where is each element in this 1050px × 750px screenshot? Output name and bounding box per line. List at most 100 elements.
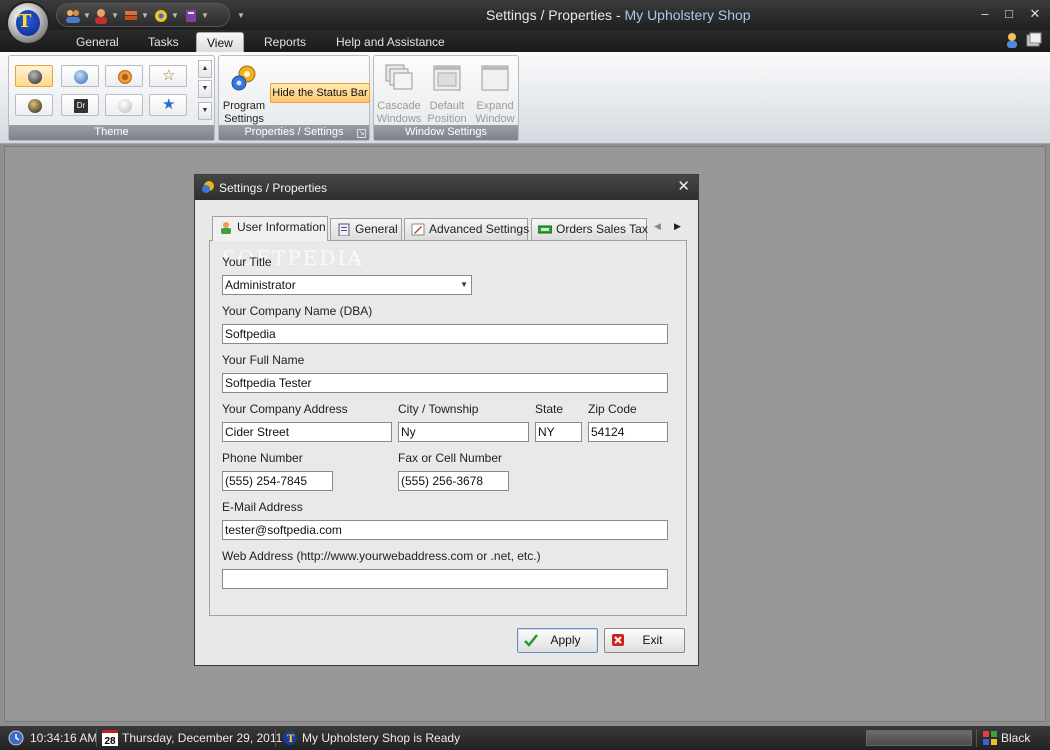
- company-name-field[interactable]: Softpedia: [222, 324, 668, 344]
- city-field[interactable]: Ny: [398, 422, 529, 442]
- cascade-label-line1: Cascade: [377, 100, 421, 112]
- window-list-icon[interactable]: [1026, 32, 1042, 48]
- customer-icon[interactable]: [93, 8, 109, 24]
- status-progress-bar: [866, 730, 972, 746]
- tab-view[interactable]: View: [196, 32, 244, 52]
- window-title-prefix: Settings / Properties -: [486, 7, 625, 23]
- company-address-field[interactable]: Cider Street: [222, 422, 392, 442]
- customize-toolbar-icon[interactable]: ▼: [237, 11, 245, 20]
- tab-advanced-settings[interactable]: Advanced Settings: [404, 218, 529, 240]
- theme-palette-icon[interactable]: [982, 730, 998, 746]
- chevron-down-icon[interactable]: ▼: [83, 11, 91, 20]
- window-settings-group-label: Window Settings: [374, 125, 518, 140]
- settings-icon: [202, 181, 214, 193]
- svg-text:T: T: [287, 734, 295, 745]
- fax-field[interactable]: (555) 256-3678: [398, 471, 509, 491]
- chevron-down-icon[interactable]: ▼: [141, 11, 149, 20]
- zip-label: Zip Code: [588, 402, 637, 416]
- theme-group: ☆ Dr ★ ▲ ▼ ▼ Theme: [8, 55, 215, 141]
- window-settings-group: Cascade Windows Default Position Expand …: [373, 55, 519, 141]
- app-name: My Upholstery Shop: [624, 7, 751, 23]
- status-time: 10:34:16 AM: [30, 731, 98, 745]
- orange-ring-icon: [118, 70, 132, 84]
- state-label: State: [535, 402, 564, 416]
- email-label: E-Mail Address: [222, 500, 303, 514]
- program-settings-button[interactable]: Program Settings: [221, 61, 267, 127]
- tab-tasks[interactable]: Tasks: [138, 32, 189, 52]
- tab-scroll-right-icon[interactable]: ▶: [674, 221, 681, 232]
- default-position-button[interactable]: Default Position: [424, 61, 470, 127]
- dialog-launcher-icon[interactable]: ↘: [357, 129, 366, 138]
- tab-help-and-assistance[interactable]: Help and Assistance: [326, 32, 455, 52]
- title-label: Your Title: [222, 255, 272, 269]
- black-orb-icon: [28, 70, 42, 84]
- tab-general[interactable]: General: [66, 32, 129, 52]
- status-separator: [976, 729, 977, 747]
- web-address-label: Web Address (http://www.yourwebaddress.c…: [222, 549, 541, 563]
- theme-silver[interactable]: [105, 94, 143, 116]
- quick-access-toolbar: ▼ ▼ ▼ ▼ ▼ ▼: [56, 3, 245, 27]
- tab-reports[interactable]: Reports: [254, 32, 316, 52]
- dialog-close-button[interactable]: ✕: [677, 179, 690, 195]
- chevron-down-icon[interactable]: ▼: [201, 11, 209, 20]
- tab-scroll-left-icon[interactable]: ◀: [654, 221, 661, 232]
- cascade-windows-button[interactable]: Cascade Windows: [376, 61, 422, 127]
- gear-icon[interactable]: [153, 8, 169, 24]
- phone-field[interactable]: (555) 254-7845: [222, 471, 333, 491]
- tab-general[interactable]: General: [330, 218, 402, 240]
- ribbon: ☆ Dr ★ ▲ ▼ ▼ Theme Program Settings Hide…: [0, 52, 1050, 144]
- tab-orders-sales-tax[interactable]: Orders Sales Tax: [531, 218, 648, 240]
- theme-dr[interactable]: Dr: [61, 94, 99, 116]
- user-help-icon[interactable]: [1004, 32, 1020, 48]
- zip-field[interactable]: 54124: [588, 422, 668, 442]
- gallery-scroll-down[interactable]: ▼: [198, 80, 212, 98]
- cascade-windows-icon: [385, 64, 413, 90]
- theme-blue[interactable]: [61, 65, 99, 87]
- expand-window-button[interactable]: Expand Window: [472, 61, 518, 127]
- inventory-icon[interactable]: [123, 8, 139, 24]
- status-date: Thursday, December 29, 2011: [122, 731, 283, 745]
- state-field[interactable]: NY: [535, 422, 582, 442]
- help-tools: [1004, 32, 1044, 50]
- chevron-down-icon[interactable]: ▼: [111, 11, 119, 20]
- theme-star-silver[interactable]: ☆: [149, 65, 187, 87]
- expand-window-icon: [481, 65, 509, 91]
- theme-black[interactable]: [15, 65, 53, 87]
- title-select[interactable]: Administrator ▼: [222, 275, 472, 295]
- chevron-down-icon[interactable]: ▼: [460, 276, 468, 294]
- silver-blob-icon: [118, 99, 132, 113]
- users-icon[interactable]: [65, 8, 81, 24]
- book-icon[interactable]: [183, 8, 199, 24]
- document-icon: [338, 223, 350, 236]
- gallery-scroll-up[interactable]: ▲: [198, 60, 212, 78]
- title-bar: ▼ ▼ ▼ ▼ ▼ ▼ Settings / Properties - My U…: [0, 0, 1050, 30]
- maximize-button[interactable]: □: [998, 4, 1020, 24]
- company-address-label: Your Company Address: [222, 402, 348, 416]
- web-address-field[interactable]: [222, 569, 668, 589]
- star-outline-icon: ☆: [162, 67, 176, 84]
- exit-button[interactable]: Exit: [604, 628, 685, 653]
- app-logo-mark: T: [18, 11, 32, 32]
- theme-black-gold[interactable]: [15, 94, 53, 116]
- minimize-button[interactable]: –: [974, 4, 996, 24]
- pencil-icon: [411, 223, 425, 236]
- application-menu-button[interactable]: T: [8, 3, 48, 43]
- gallery-expand[interactable]: ▼: [198, 102, 212, 120]
- close-button[interactable]: ✕: [1024, 4, 1046, 24]
- theme-star-blue[interactable]: ★: [149, 94, 187, 116]
- tab-user-information[interactable]: User Information: [212, 216, 328, 241]
- dialog-title-bar: Settings / Properties ✕: [195, 175, 698, 200]
- full-name-field[interactable]: Softpedia Tester: [222, 373, 668, 393]
- hide-status-bar-button[interactable]: Hide the Status Bar: [270, 83, 370, 103]
- theme-name[interactable]: Black: [1001, 731, 1030, 745]
- status-message: My Upholstery Shop is Ready: [302, 731, 461, 745]
- email-field[interactable]: tester@softpedia.com: [222, 520, 668, 540]
- apply-button[interactable]: Apply: [517, 628, 598, 653]
- chevron-down-icon[interactable]: ▼: [171, 11, 179, 20]
- full-name-label: Your Full Name: [222, 353, 305, 367]
- theme-orange[interactable]: [105, 65, 143, 87]
- blue-orb-icon: [74, 70, 88, 84]
- theme-group-label: Theme: [9, 125, 214, 140]
- expand-label-line1: Expand: [476, 100, 514, 112]
- fax-label: Fax or Cell Number: [398, 451, 503, 465]
